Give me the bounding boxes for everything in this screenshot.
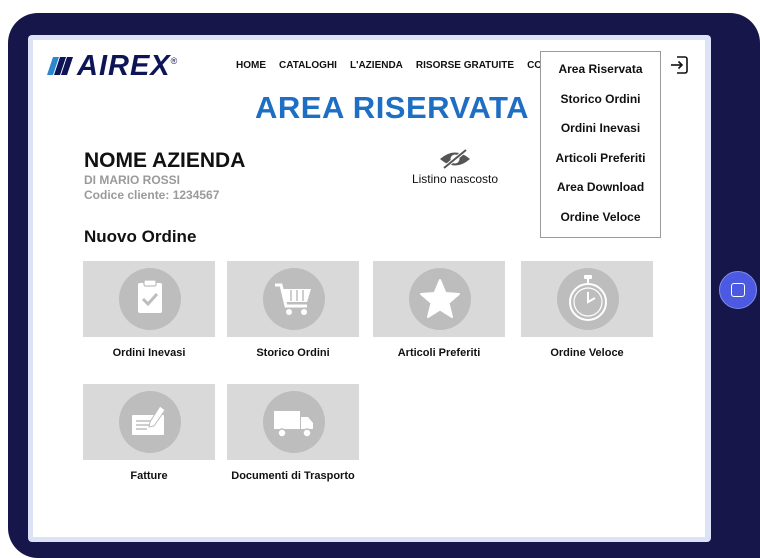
company-name: NOME AZIENDA	[84, 149, 246, 172]
icon-circle	[409, 268, 471, 330]
tile-label: Ordine Veloce	[550, 347, 624, 359]
tile-label: Articoli Preferiti	[397, 347, 481, 359]
tile-image[interactable]	[83, 261, 215, 337]
price-list-toggle[interactable]: Listino nascosto	[405, 148, 505, 186]
registered-mark: ®	[170, 56, 178, 66]
tile-image[interactable]	[227, 261, 359, 337]
nav-item-risorse[interactable]: RISORSE GRATUITE	[416, 60, 514, 71]
nav-item-home[interactable]: HOME	[236, 60, 266, 71]
icon-circle	[119, 268, 181, 330]
tile-image[interactable]	[521, 261, 653, 337]
tile-ordini-inevasi[interactable]: Ordini Inevasi	[83, 261, 215, 359]
company-owner: DI MARIO ROSSI	[84, 173, 181, 187]
tile-label: Storico Ordini	[256, 347, 330, 359]
square-icon	[731, 283, 745, 297]
clipboard-check-icon	[138, 279, 162, 313]
truck-icon	[274, 411, 313, 438]
tile-articoli-preferiti[interactable]: Articoli Preferiti	[373, 261, 505, 359]
tablet-home-button[interactable]	[719, 271, 757, 309]
page-title: AREA RISERVATA	[255, 90, 529, 125]
tile-storico-ordini[interactable]: Storico Ordini	[227, 261, 359, 359]
dropdown-item-area-riservata[interactable]: Area Riservata	[541, 55, 660, 85]
icon-circle	[263, 268, 325, 330]
price-list-label: Listino nascosto	[411, 172, 499, 186]
tile-label: Documenti di Trasporto	[231, 470, 355, 482]
section-title: Nuovo Ordine	[84, 227, 197, 246]
app-screen: AIREX ® HOME CATALOGHI L'AZIENDA RISORSE…	[33, 40, 705, 537]
tile-image[interactable]	[373, 261, 505, 337]
tile-documenti-trasporto[interactable]: Documenti di Trasporto	[227, 384, 359, 482]
tile-image[interactable]	[83, 384, 215, 460]
client-code: Codice cliente: 1234567	[84, 188, 220, 202]
dropdown-item-articoli-preferiti[interactable]: Articoli Preferiti	[541, 144, 660, 174]
eye-slash-icon	[440, 148, 470, 170]
tile-ordine-veloce[interactable]: Ordine Veloce	[521, 261, 653, 359]
logo-stripes-icon	[47, 57, 73, 75]
nav-item-azienda[interactable]: L'AZIENDA	[350, 60, 403, 71]
tile-image[interactable]	[227, 384, 359, 460]
airex-logo[interactable]: AIREX ®	[45, 50, 178, 82]
icon-circle	[119, 391, 181, 453]
dropdown-item-area-download[interactable]: Area Download	[541, 173, 660, 203]
logo-wordmark: AIREX	[77, 50, 171, 82]
icon-circle	[557, 268, 619, 330]
dropdown-item-ordine-veloce[interactable]: Ordine Veloce	[541, 203, 660, 233]
tile-label: Ordini Inevasi	[112, 347, 186, 359]
shopping-cart-icon	[275, 283, 311, 315]
nav-item-cataloghi[interactable]: CATALOGHI	[279, 60, 337, 71]
logout-icon[interactable]	[669, 55, 689, 75]
tile-fatture[interactable]: Fatture	[83, 384, 215, 482]
dropdown-item-ordini-inevasi[interactable]: Ordini Inevasi	[541, 114, 660, 144]
tile-label: Fatture	[130, 470, 168, 482]
invoice-pen-icon	[132, 405, 166, 435]
dropdown-item-storico-ordini[interactable]: Storico Ordini	[541, 85, 660, 115]
stopwatch-icon	[569, 275, 607, 321]
reserved-area-dropdown: Area Riservata Storico Ordini Ordini Ine…	[540, 51, 661, 238]
icon-circle	[263, 391, 325, 453]
top-nav: HOME CATALOGHI L'AZIENDA RISORSE GRATUIT…	[236, 60, 555, 71]
star-icon	[420, 279, 460, 318]
company-info: NOME AZIENDA DI MARIO ROSSI Codice clien…	[84, 149, 245, 203]
